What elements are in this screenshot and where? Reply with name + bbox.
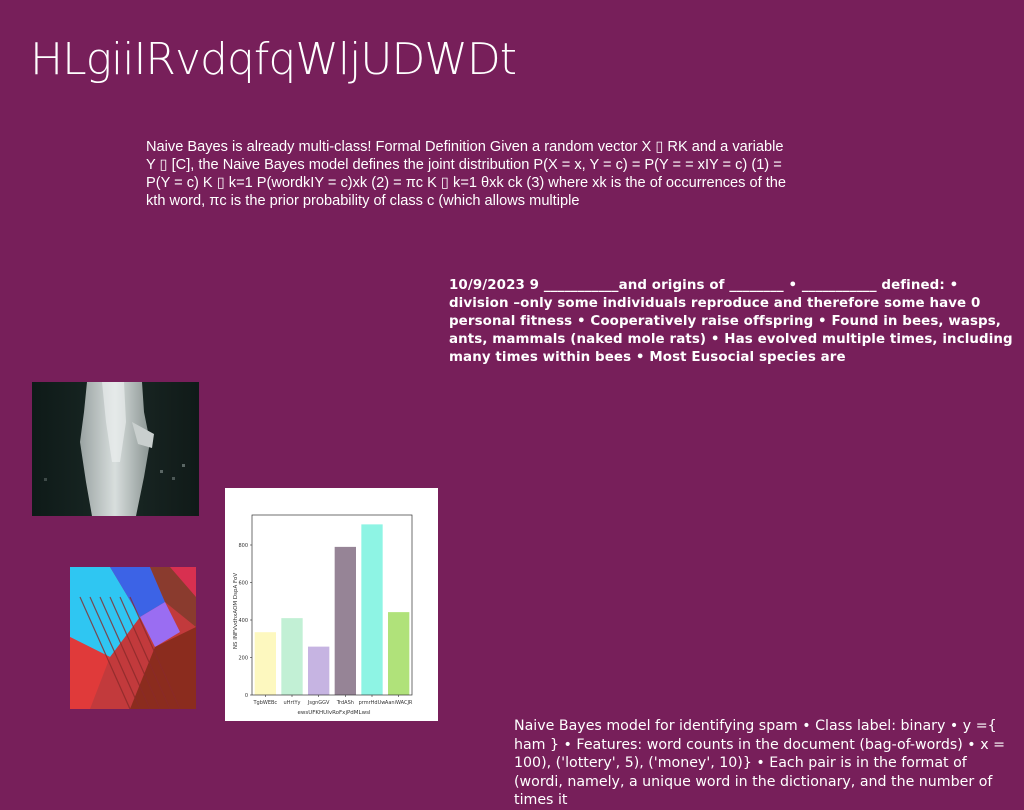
chart-x-tick-label: uHrtYy <box>284 700 301 706</box>
chart-x-tick-label: TrdASh <box>336 700 354 706</box>
chart-bar <box>334 546 356 695</box>
photo-image <box>32 382 199 516</box>
bar-chart-svg: NS INFVvdhxAOM DspA FoV ewsUFKHUIvRoFxjP… <box>233 514 413 716</box>
chart-y-tick-label: 400 <box>238 618 248 624</box>
text-block-spam-model: Naive Bayes model for identifying spam •… <box>514 718 1005 808</box>
chart-x-tick-label: TgbWEBc <box>252 700 277 706</box>
chart-x-tick-label: JsgnGGV <box>307 700 330 706</box>
chart-bar <box>254 632 276 695</box>
page-title: HLgiiIRvdqfqWljUDWDt <box>30 34 517 85</box>
chart-bar <box>281 618 303 695</box>
chart-y-tick-label: 200 <box>238 656 248 662</box>
chart-y-tick-label: 0 <box>245 693 248 699</box>
abstract-art-graphic <box>70 567 196 709</box>
chart-x-tick-label: prmrHdUw <box>359 700 386 706</box>
abstract-art-image <box>70 567 196 709</box>
chart-y-tick-label: 600 <box>238 581 248 587</box>
bar-chart: NS INFVvdhxAOM DspA FoV ewsUFKHUIvRoFxjP… <box>225 488 438 721</box>
text-block-eusociality: 10/9/2023 9 ___________and origins of __… <box>449 278 1013 365</box>
chart-y-tick-label: 800 <box>238 543 248 549</box>
chart-xlabel: ewsUFKHUIvRoFxjPdMLwsl <box>298 710 371 716</box>
photo-figure-graphic <box>32 382 199 516</box>
chart-x-tick-label: AaniWACJR <box>385 700 413 706</box>
chart-bar <box>308 646 330 695</box>
text-block-naive-bayes-definition: Naive Bayes is already multi-class! Form… <box>146 139 786 209</box>
chart-bar <box>388 612 410 695</box>
chart-bar <box>361 524 383 695</box>
